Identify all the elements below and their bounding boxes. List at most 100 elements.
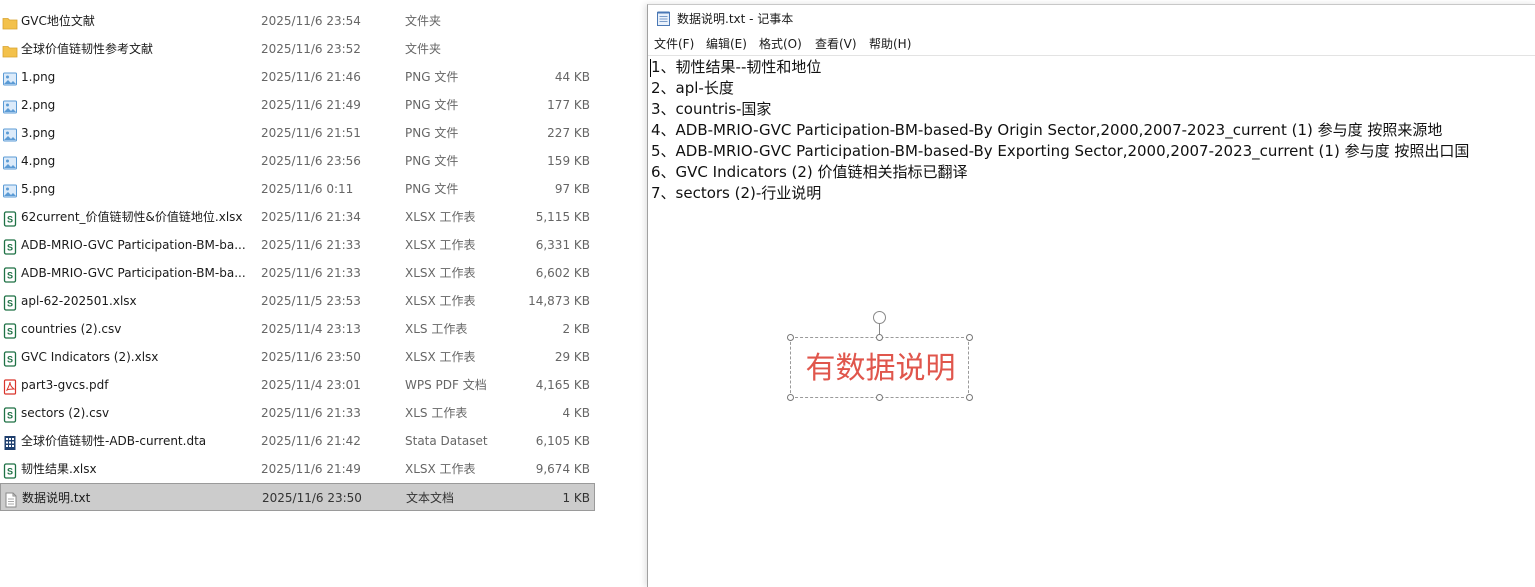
file-row[interactable]: 1.png 2025/11/6 21:46 PNG 文件 44 KB [0,63,594,91]
resize-handle-bottom-left[interactable] [787,394,794,401]
menu-view[interactable]: 查看(V) [815,35,857,53]
image-icon [2,125,18,142]
spreadsheet-icon: S [2,461,18,479]
file-type: PNG 文件 [405,126,459,140]
menu-help[interactable]: 帮助(H) [869,35,911,53]
file-row[interactable]: S ADB-MRIO-GVC Participation-BM-ba... 2025… [0,231,594,259]
text-line: 6、GVC Indicators (2) 价值链相关指标已翻译 [651,163,968,181]
file-size: 6,105 KB [535,434,590,448]
svg-text:S: S [7,243,13,253]
file-size: 227 KB [547,126,590,140]
svg-text:S: S [7,215,13,225]
notepad-window: 数据说明.txt - 记事本 文件(F) 编辑(E) 格式(O) 查看(V) 帮… [647,4,1535,587]
menu-format[interactable]: 格式(O) [759,35,802,53]
file-type: 文件夹 [405,14,442,28]
file-row[interactable]: 全球价值链韧性-ADB-current.dta 2025/11/6 21:42 St… [0,427,594,455]
spreadsheet-icon: S [2,237,18,255]
file-row[interactable]: 全球价值链韧性参考文献 2025/11/6 23:52 文件夹 [0,35,594,63]
resize-handle-bottom[interactable] [876,394,883,401]
menu-bar: 文件(F) 编辑(E) 格式(O) 查看(V) 帮助(H) [648,35,1535,53]
file-row[interactable]: S 韧性结果.xlsx 2025/11/6 21:49 XLSX 工作表 9,674 K… [0,455,594,483]
annotation-textbox[interactable]: 有数据说明 [790,337,969,398]
file-type: WPS PDF 文档 [405,378,487,392]
file-type: XLSX 工作表 [405,238,476,252]
file-name: 62current_价值链韧性&价值链地位.xlsx [21,210,243,224]
file-name: 1.png [21,70,56,84]
file-type: XLSX 工作表 [405,266,476,280]
file-size: 4,165 KB [535,378,590,392]
resize-handle-top[interactable] [876,334,883,341]
file-name: apl-62-202501.xlsx [21,294,137,308]
file-date: 2025/11/6 21:34 [261,210,361,224]
file-name: 3.png [21,126,56,140]
file-type: XLSX 工作表 [405,462,476,476]
file-type: PNG 文件 [405,154,459,168]
file-type: 文件夹 [405,42,442,56]
file-row[interactable]: S ADB-MRIO-GVC Participation-BM-ba... 2025… [0,259,594,287]
file-row[interactable]: part3-gvcs.pdf 2025/11/4 23:01 WPS PDF 文档 4… [0,371,594,399]
spreadsheet-icon: S [2,293,18,311]
file-type: XLSX 工作表 [405,350,476,364]
file-row[interactable]: Scountries (2).csv 2025/11/4 23:13 XLS 工作表… [0,315,594,343]
file-size: 6,331 KB [535,238,590,252]
annotation-text[interactable]: 有数据说明 [791,338,970,399]
notepad-icon [657,11,670,26]
file-size: 9,674 KB [535,462,590,476]
file-size: 97 KB [554,182,590,196]
file-name: 全球价值链韧性-ADB-current.dta [21,434,207,448]
text-editor-area[interactable]: 1、韧性结果--韧性和地位 2、apl-长度 3、countris-国家 4、A… [648,55,1535,587]
file-name: sectors (2).csv [21,406,110,420]
image-icon [2,97,18,114]
file-date: 2025/11/6 23:50 [261,350,361,364]
file-row[interactable]: 3.png 2025/11/6 21:51 PNG 文件 227 KB [0,119,594,147]
file-date: 2025/11/6 21:49 [261,462,361,476]
file-row[interactable]: S GVC Indicators (2).xlsx 2025/11/6 23:50 X… [0,343,594,371]
file-row[interactable]: Ssectors (2).csv 2025/11/6 21:33 XLS 工作表 4 … [0,399,594,427]
file-date: 2025/11/6 21:42 [261,434,361,448]
file-size: 2 KB [562,322,590,336]
menu-file[interactable]: 文件(F) [654,35,694,53]
file-row-selected[interactable]: 数据说明.txt 2025/11/6 23:50 文本文档 1 KB [0,483,595,511]
pdf-icon [2,377,18,395]
file-row[interactable]: Sapl-62-202501.xlsx 2025/11/5 23:53 XLSX 工… [0,287,594,315]
svg-text:S: S [7,299,13,309]
file-type: 文本文档 [406,491,455,505]
text-line: 3、countris-国家 [651,100,772,118]
file-size: 1 KB [562,491,590,505]
file-date: 2025/11/6 21:49 [261,98,361,112]
file-row[interactable]: 4.png 2025/11/6 23:56 PNG 文件 159 KB [0,147,594,175]
file-name: 数据说明.txt [22,491,91,505]
spreadsheet-icon: S [2,405,18,423]
file-date: 2025/11/6 23:54 [261,14,361,28]
resize-handle-top-left[interactable] [787,334,794,341]
svg-text:S: S [7,467,13,477]
spreadsheet-icon: S [2,349,18,367]
file-type: XLS 工作表 [405,322,468,336]
file-name: GVC地位文献 [21,14,95,28]
notepad-titlebar[interactable]: 数据说明.txt - 记事本 [648,5,1535,33]
folder-icon [2,41,18,58]
file-size: 29 KB [554,350,590,364]
file-type: Stata Dataset [405,434,488,448]
file-date: 2025/11/6 21:51 [261,126,361,140]
file-type: XLSX 工作表 [405,210,476,224]
image-icon [2,69,18,86]
rotate-handle[interactable] [873,311,886,324]
text-line: 7、sectors (2)-行业说明 [651,184,822,202]
resize-handle-bottom-right[interactable] [966,394,973,401]
file-row[interactable]: 2.png 2025/11/6 21:49 PNG 文件 177 KB [0,91,594,119]
text-file-icon [3,490,19,508]
svg-text:S: S [7,355,13,365]
file-row[interactable]: GVC地位文献 2025/11/6 23:54 文件夹 [0,7,594,35]
file-date: 2025/11/6 23:52 [261,42,361,56]
menu-edit[interactable]: 编辑(E) [706,35,747,53]
resize-handle-top-right[interactable] [966,334,973,341]
file-type: XLS 工作表 [405,406,468,420]
stata-dataset-icon [2,433,18,450]
svg-text:S: S [7,271,13,281]
file-row[interactable]: S 62current_价值链韧性&价值链地位.xlsx 2025/11/6 21:… [0,203,594,231]
file-size: 159 KB [547,154,590,168]
spreadsheet-icon: S [2,265,18,283]
file-row[interactable]: 5.png 2025/11/6 0:11 PNG 文件 97 KB [0,175,594,203]
file-name: 全球价值链韧性参考文献 [21,42,154,56]
